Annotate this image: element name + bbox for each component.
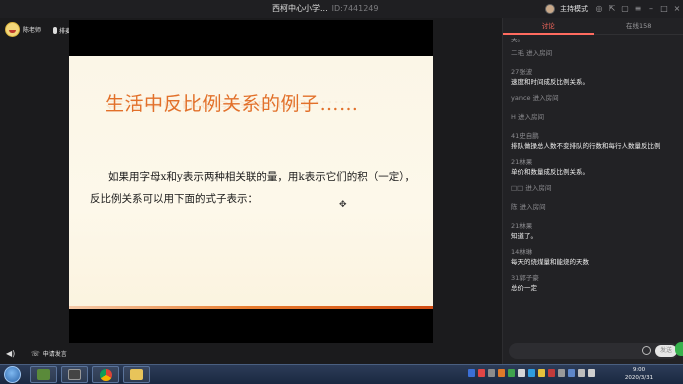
chat-message: 21林果 单价和数量成反比例关系。 xyxy=(511,158,679,178)
message-text: 速度和时间成反比例关系。 xyxy=(511,78,589,86)
chat-message: 21林果 知道了。 xyxy=(511,222,679,242)
system-tray xyxy=(468,369,595,377)
slide-stage: 生活中反比例关系的例子…… 生活中反比例关系的例子…… 如果用字母x和y表示两种… xyxy=(69,20,433,343)
volume-icon[interactable]: ◀) xyxy=(6,349,15,358)
teacher-info[interactable]: 陈老师 xyxy=(5,22,41,37)
message-user: 41史自鹏 xyxy=(511,132,539,140)
skin-icon[interactable]: ▢ xyxy=(621,5,629,13)
app-media-icon xyxy=(68,369,81,380)
app-game-icon xyxy=(37,369,50,380)
clock-date: 2020/3/31 xyxy=(624,375,654,381)
chat-message: 14林琳 每天的烧煤量和能烧的天数 xyxy=(511,248,679,268)
panel-tabs: 讨论 在线158 xyxy=(503,18,683,35)
message-text: 排队做操总人数不变排队的行数和每行人数量反比例 xyxy=(511,142,661,150)
clock-time: 9:00 xyxy=(632,367,646,373)
tab-discussion[interactable]: 讨论 xyxy=(503,18,594,35)
tray-icon[interactable] xyxy=(548,369,555,377)
tray-icon[interactable] xyxy=(568,369,575,377)
chat-message: 41史自鹏 排队做操总人数不变排队的行数和每行人数量反比例 xyxy=(511,132,679,152)
apply-voice-label: 申请发言 xyxy=(42,351,67,358)
classroom-app: 西柯中心小学... ID:7441249 主持模式 ◎ ⇱ ▢ ≡ – □ × 陈… xyxy=(0,0,683,364)
slide-title-reflection: 生活中反比例关系的例子…… xyxy=(105,99,353,110)
mouse-cursor-icon: ✥ xyxy=(339,200,347,210)
apply-voice-button[interactable]: ☏ 申请发言 xyxy=(31,349,67,359)
tray-icon[interactable] xyxy=(518,369,525,377)
side-panel: 讨论 在线158 关。 二毛 进入房间 27张波 速度和时间成反比例关系。 ya… xyxy=(502,18,683,364)
control-bar: ◀) ☏ 申请发言 xyxy=(0,344,502,364)
menu-icon[interactable]: ≡ xyxy=(634,5,642,13)
floating-tool-icon[interactable] xyxy=(675,342,683,356)
truncated-message: 关。 xyxy=(511,38,524,42)
room-name: 西柯中心小学... xyxy=(272,4,328,13)
user-mode-label[interactable]: 主持模式 xyxy=(560,4,588,14)
tray-icon[interactable] xyxy=(508,369,515,377)
taskbar-app-game[interactable] xyxy=(30,366,57,383)
message-user: 21林果 xyxy=(511,222,533,230)
message-text: 知道了。 xyxy=(511,232,537,240)
phone-icon: ☏ xyxy=(31,349,40,358)
tray-icon[interactable] xyxy=(498,369,505,377)
windows-taskbar: 9:00 2020/3/31 xyxy=(0,364,683,384)
teacher-name: 陈老师 xyxy=(23,27,42,34)
user-avatar[interactable] xyxy=(545,4,555,14)
send-button[interactable]: 发送 xyxy=(655,345,677,357)
tray-icon[interactable] xyxy=(558,369,565,377)
message-text: 单价和数量成反比例关系。 xyxy=(511,168,589,176)
slide-bottom-stripe xyxy=(69,306,433,309)
tray-icon[interactable] xyxy=(468,369,475,377)
folder-icon xyxy=(130,369,143,380)
minimize-icon[interactable]: – xyxy=(647,5,655,13)
chat-message: 27张波 速度和时间成反比例关系。 xyxy=(511,68,679,88)
taskbar-app-chrome[interactable] xyxy=(92,366,119,383)
message-text: 每天的烧煤量和能烧的天数 xyxy=(511,258,589,266)
network-tray-icon[interactable] xyxy=(588,369,595,377)
message-user: 31郭子豪 xyxy=(511,274,539,282)
tray-icon[interactable] xyxy=(478,369,485,377)
title-bar: 西柯中心小学... ID:7441249 主持模式 ◎ ⇱ ▢ ≡ – □ × xyxy=(0,0,683,18)
tab-online[interactable]: 在线158 xyxy=(594,18,683,34)
volume-tray-icon[interactable] xyxy=(578,369,585,377)
join-notice: 二毛 进入房间 xyxy=(511,49,553,57)
message-user: 14林琳 xyxy=(511,248,533,256)
taskbar-app-media[interactable] xyxy=(61,366,88,383)
chrome-icon xyxy=(100,369,112,381)
join-notice: 陈 进入房间 xyxy=(511,203,546,211)
share-icon[interactable]: ⇱ xyxy=(608,5,616,13)
maximize-icon[interactable]: □ xyxy=(660,5,668,13)
close-icon[interactable]: × xyxy=(673,5,681,13)
tray-icon[interactable] xyxy=(488,369,495,377)
tray-icon[interactable] xyxy=(528,369,535,377)
room-id: ID:7441249 xyxy=(331,4,379,13)
title-controls: 主持模式 ◎ ⇱ ▢ ≡ – □ × xyxy=(545,2,681,16)
message-text: 总价一定 xyxy=(511,284,537,292)
slide-body-text: 如果用字母x和y表示两种相关联的量，用k表示它们的积（一定），反比例关系可以用下… xyxy=(90,171,415,205)
window-title: 西柯中心小学... ID:7441249 xyxy=(272,3,378,14)
join-notice: H 进入房间 xyxy=(511,113,544,121)
join-notice: yance 进入房间 xyxy=(511,94,559,102)
start-button-icon[interactable] xyxy=(4,366,21,383)
chat-message: 31郭子豪 总价一定 xyxy=(511,274,679,294)
chat-message-list[interactable]: 关。 二毛 进入房间 27张波 速度和时间成反比例关系。 yance 进入房间 … xyxy=(511,38,679,338)
presentation-slide: 生活中反比例关系的例子…… 生活中反比例关系的例子…… 如果用字母x和y表示两种… xyxy=(69,56,433,309)
emoji-icon[interactable] xyxy=(642,346,651,355)
teacher-avatar xyxy=(5,22,20,37)
message-user: 27张波 xyxy=(511,68,533,76)
mic-icon xyxy=(53,27,57,34)
join-notice: □□ 进入房间 xyxy=(511,184,552,192)
message-user: 21林果 xyxy=(511,158,533,166)
tray-icon[interactable] xyxy=(538,369,545,377)
taskbar-clock[interactable]: 9:00 2020/3/31 xyxy=(619,366,659,382)
taskbar-app-explorer[interactable] xyxy=(123,366,150,383)
chat-input[interactable]: 发送 xyxy=(509,343,679,359)
settings-icon[interactable]: ◎ xyxy=(595,5,603,13)
